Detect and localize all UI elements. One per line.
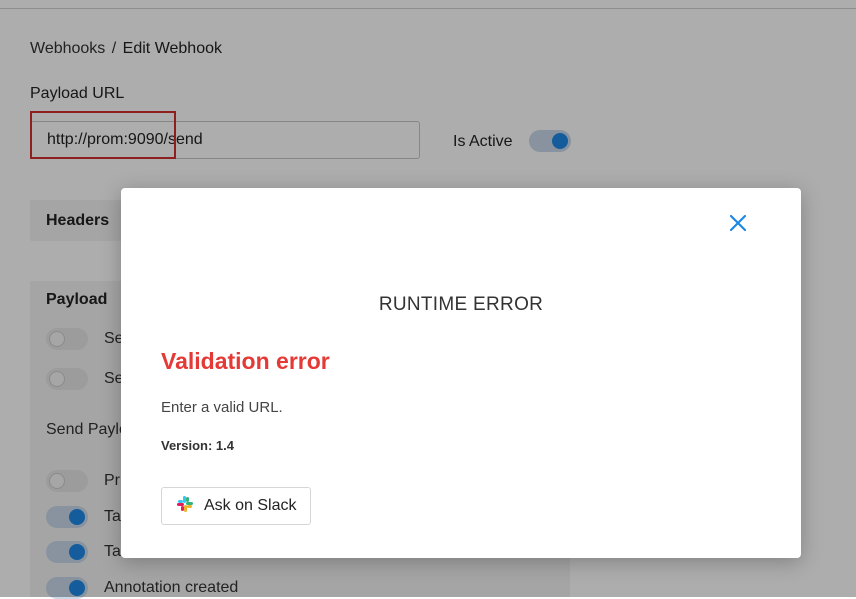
ask-on-slack-label: Ask on Slack: [204, 497, 297, 514]
ask-on-slack-button[interactable]: Ask on Slack: [161, 487, 312, 525]
close-icon[interactable]: [727, 212, 749, 234]
error-message: Enter a valid URL.: [161, 399, 283, 416]
slack-icon: [176, 495, 194, 518]
version-value: 1.4: [215, 438, 234, 453]
runtime-error-dialog: RUNTIME ERROR Validation error Enter a v…: [121, 188, 801, 558]
version-label: Version:: [161, 438, 213, 453]
error-title: Validation error: [161, 348, 330, 374]
version-info: Version: 1.4: [161, 438, 234, 453]
dialog-heading: RUNTIME ERROR: [378, 294, 544, 315]
